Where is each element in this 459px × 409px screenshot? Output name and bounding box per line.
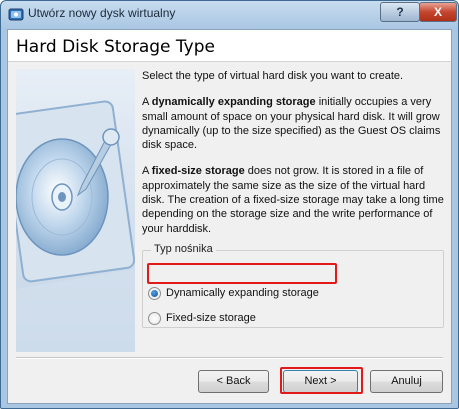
dynamic-storage-radio[interactable] [148, 286, 161, 300]
fixed-paragraph: A fixed-size storage does not grow. It i… [142, 164, 445, 235]
next-button-highlight [280, 367, 363, 394]
hard-disk-illustration [16, 69, 135, 352]
wizard-window: Utwórz nowy dysk wirtualny ? X Hard Disk… [0, 0, 459, 409]
dynamic-option-highlight [147, 263, 337, 284]
button-separator [16, 357, 443, 359]
close-button[interactable]: X [419, 2, 457, 22]
storage-type-group-title: Typ nośnika [151, 243, 216, 255]
intro-paragraph: Select the type of virtual hard disk you… [142, 70, 404, 82]
dynamic-storage-label[interactable]: Dynamically expanding storage [166, 287, 319, 299]
dynamic-bold-term: dynamically expanding storage [151, 96, 316, 109]
dynamic-paragraph: A dynamically expanding storage initiall… [142, 95, 445, 152]
description-text: Select the type of virtual hard disk you… [142, 69, 445, 248]
wizard-client-area: Hard Disk Storage Type Select the type o… [7, 29, 452, 404]
fixed-storage-label[interactable]: Fixed-size storage [166, 312, 256, 324]
fixed-storage-option[interactable]: Fixed-size storage [148, 309, 256, 327]
fixed-storage-radio[interactable] [148, 311, 161, 325]
fixed-prefix: A [142, 165, 152, 178]
dynamic-storage-option[interactable]: Dynamically expanding storage [148, 284, 319, 302]
fixed-bold-term: fixed-size storage [151, 165, 245, 178]
storage-type-group: Typ nośnika Dynamically expanding storag… [142, 243, 444, 328]
window-title: Utwórz nowy dysk wirtualny [28, 6, 176, 20]
virtualbox-icon [8, 8, 24, 21]
page-title: Hard Disk Storage Type [16, 37, 215, 57]
cancel-button[interactable]: Anuluj [370, 370, 443, 393]
title-bar[interactable]: Utwórz nowy dysk wirtualny ? X [1, 1, 458, 27]
header-panel: Hard Disk Storage Type [8, 30, 451, 62]
dynamic-prefix: A [142, 96, 152, 109]
help-button[interactable]: ? [380, 2, 420, 22]
back-button[interactable]: < Back [198, 370, 269, 393]
